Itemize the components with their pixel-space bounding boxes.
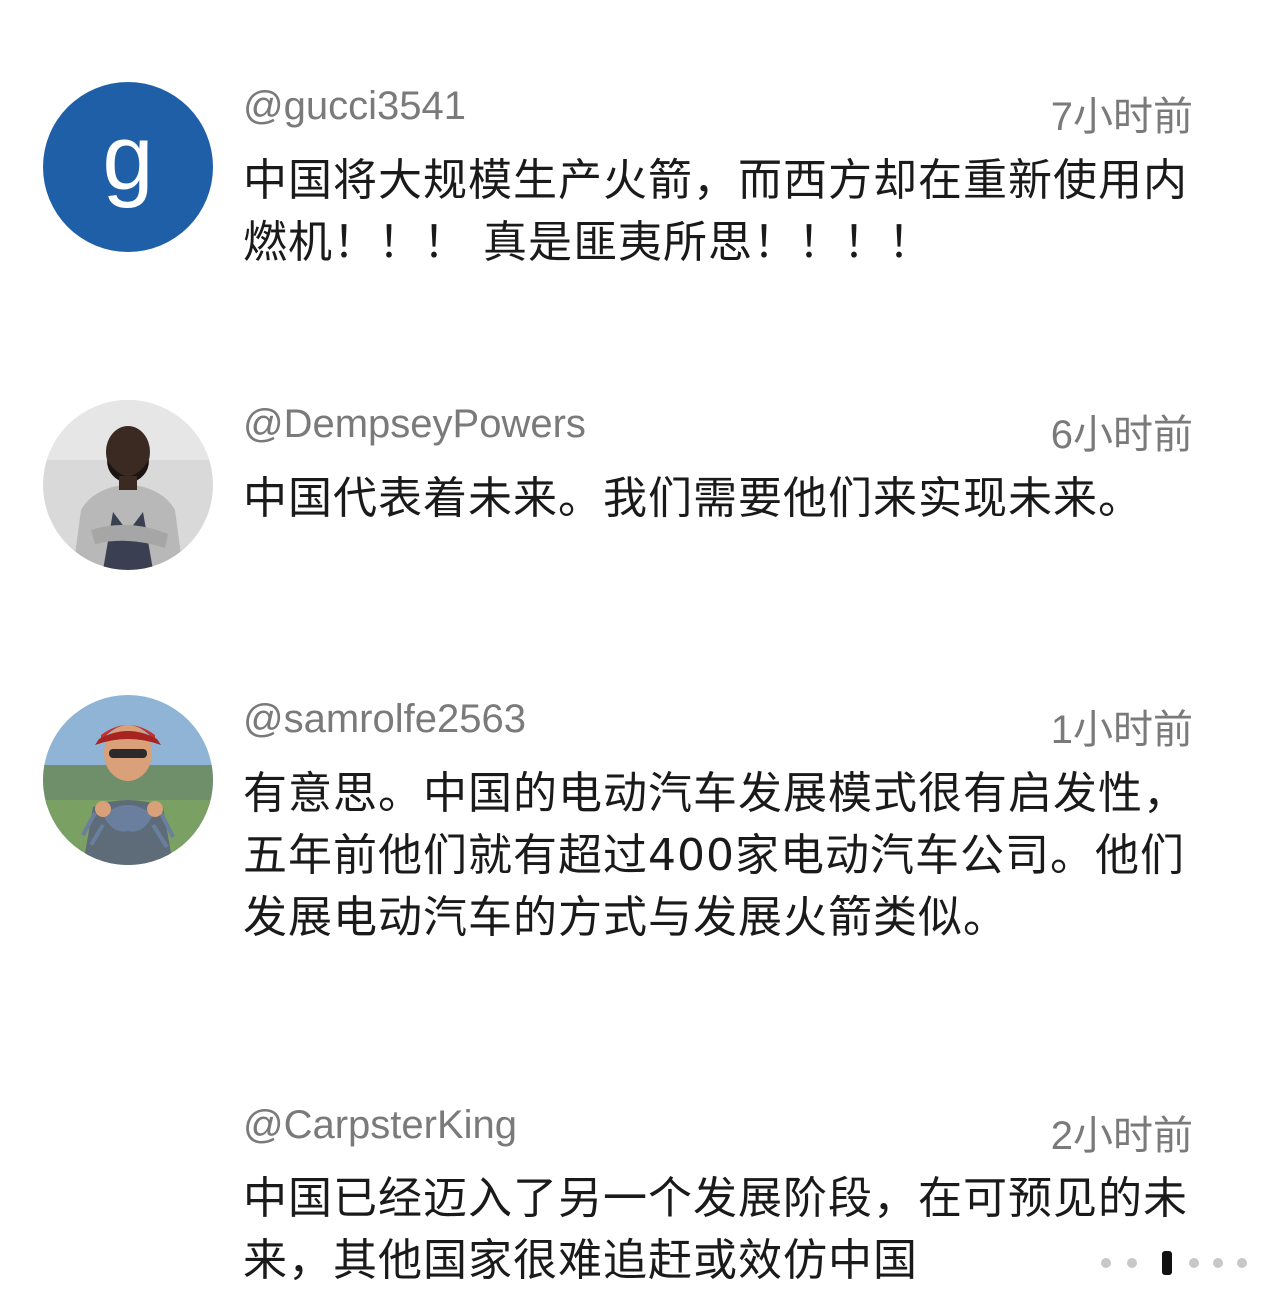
- avatar-letter: g: [102, 107, 154, 209]
- person-with-crab-photo-icon: [43, 695, 213, 865]
- page-indicator-icon: [1101, 1251, 1247, 1275]
- comment-text: 中国将大规模生产火箭，而西方却在重新使用内燃机！！！ 真是匪夷所思！！！！: [243, 155, 1188, 268]
- comment-header: @samrolfe2563 1小时前: [243, 697, 1193, 752]
- comment-username[interactable]: @CarpsterKing: [243, 1103, 517, 1148]
- avatar[interactable]: g: [43, 82, 213, 252]
- comment-header: @gucci3541 7小时前: [243, 84, 1193, 139]
- avatar[interactable]: [43, 695, 213, 865]
- comment-text: 中国代表着未来。我们需要他们来实现未来。: [243, 473, 1143, 524]
- comment-username[interactable]: @gucci3541: [243, 84, 466, 129]
- comment-timestamp: 7小时前: [1050, 95, 1193, 139]
- avatar[interactable]: [43, 400, 213, 570]
- comment-header: @CarpsterKing 2小时前: [243, 1103, 1193, 1158]
- person-photo-icon: [43, 400, 213, 570]
- comment-timestamp: 1小时前: [1050, 708, 1193, 752]
- comment-username[interactable]: @DempseyPowers: [243, 402, 586, 447]
- comment-username[interactable]: @samrolfe2563: [243, 697, 526, 742]
- comment-header: @DempseyPowers 6小时前: [243, 402, 1193, 457]
- comment-text: 有意思。中国的电动汽车发展模式很有启发性，五年前他们就有超过400家电动汽车公司…: [243, 768, 1188, 943]
- comment-timestamp: 6小时前: [1050, 413, 1193, 457]
- comment-timestamp: 2小时前: [1050, 1114, 1193, 1158]
- comment-text: 中国已经迈入了另一个发展阶段，在可预见的未来，其他国家很难追赶或效仿中国: [243, 1173, 1188, 1286]
